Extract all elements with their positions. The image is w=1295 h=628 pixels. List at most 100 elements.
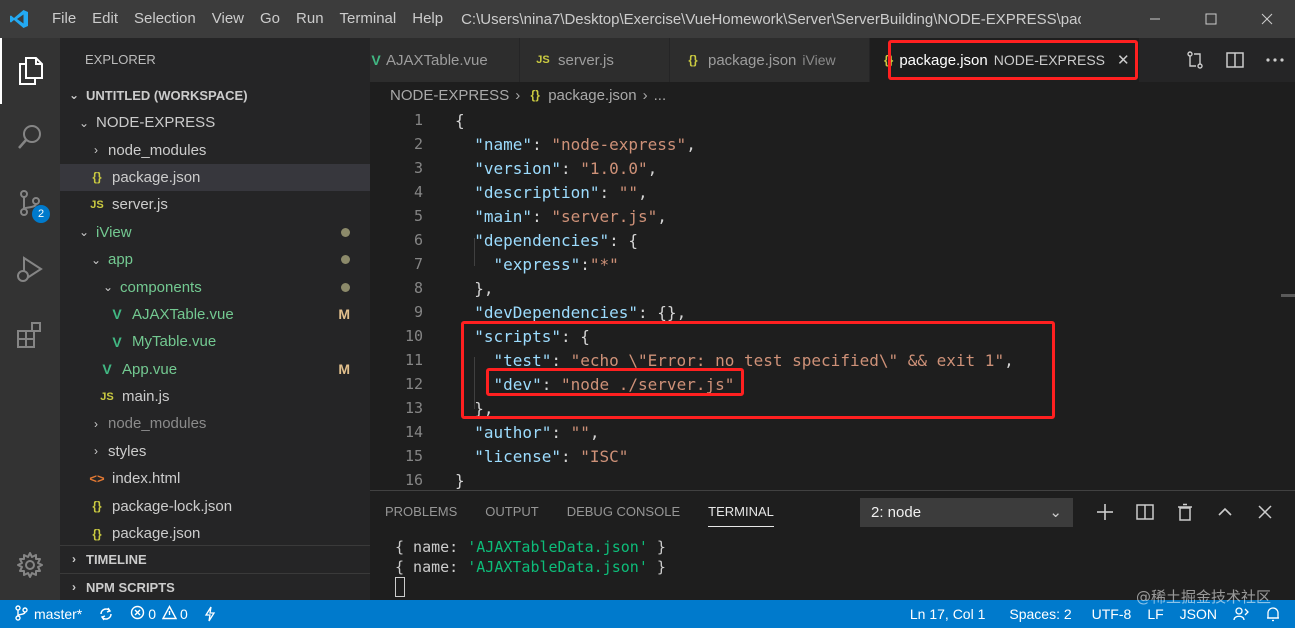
more-actions-icon[interactable] xyxy=(1255,38,1295,82)
branch-status[interactable]: master* xyxy=(0,600,90,628)
menu-view[interactable]: View xyxy=(204,0,252,38)
search-icon[interactable] xyxy=(0,104,60,170)
code-text: "name": "node-express", xyxy=(474,134,696,154)
breadcrumb-separator-icon: › xyxy=(642,86,648,104)
title-bar: File Edit Selection View Go Run Terminal… xyxy=(0,0,1295,38)
tree-item-label: package.json xyxy=(112,168,201,186)
maximize-button[interactable] xyxy=(1183,0,1239,38)
js-file-icon: JS xyxy=(100,390,114,403)
tab-terminal[interactable]: TERMINAL xyxy=(708,497,774,527)
code-text: "description": "", xyxy=(474,182,648,202)
tree-folder-node-express[interactable]: ⌄ NODE-EXPRESS xyxy=(60,109,370,136)
terminal-line: { name: 'AJAXTableData.json' } xyxy=(395,558,666,578)
terminal-line: { name: 'AJAXTableData.json' } xyxy=(395,538,666,558)
tree-item-label: app xyxy=(108,251,134,269)
tree-item-label: server.js xyxy=(112,196,168,214)
tree-file-app-vue[interactable]: V App.vue M xyxy=(60,356,370,383)
split-terminal-icon[interactable] xyxy=(1125,491,1165,533)
tab-ajaxtable-vue[interactable]: V AJAXTable.vue xyxy=(370,38,520,82)
terminal-line-value: 'AJAXTableData.json' xyxy=(467,558,648,576)
js-file-icon: JS xyxy=(536,54,550,66)
menu-run[interactable]: Run xyxy=(288,0,332,38)
tree-file-index-html[interactable]: <> index.html xyxy=(60,465,370,492)
tree-folder-components[interactable]: ⌄ components xyxy=(60,273,370,300)
new-terminal-icon[interactable] xyxy=(1085,491,1125,533)
js-file-icon: JS xyxy=(90,198,104,211)
npm-scripts-section-header[interactable]: › NPM SCRIPTS xyxy=(60,573,370,600)
json-file-icon: {} xyxy=(92,526,102,541)
chevron-right-icon: › xyxy=(94,416,98,431)
problems-status[interactable]: 0 0 xyxy=(122,600,196,628)
json-file-icon: {} xyxy=(530,88,540,102)
json-file-icon: {} xyxy=(92,170,102,185)
workspace-header[interactable]: ⌄ UNTITLED (WORKSPACE) xyxy=(60,82,370,109)
timeline-section-header[interactable]: › TIMELINE xyxy=(60,545,370,572)
sync-icon[interactable] xyxy=(90,600,122,628)
close-window-button[interactable] xyxy=(1239,0,1295,38)
explorer-sidebar: EXPLORER ⌄ UNTITLED (WORKSPACE) ⌄ NODE-E… xyxy=(60,38,370,600)
lightning-icon[interactable] xyxy=(196,600,224,628)
source-control-icon[interactable]: 2 xyxy=(0,170,60,236)
menu-terminal[interactable]: Terminal xyxy=(332,0,405,38)
tree-item-label: package-lock.json xyxy=(112,497,233,515)
tree-folder-app[interactable]: ⌄ app xyxy=(60,246,370,273)
tab-debug-console[interactable]: DEBUG CONSOLE xyxy=(567,491,680,533)
menu-file[interactable]: File xyxy=(38,0,84,38)
menu-edit[interactable]: Edit xyxy=(84,0,126,38)
encoding-status[interactable]: UTF-8 xyxy=(1084,600,1140,628)
breadcrumb-file[interactable]: package.json xyxy=(548,87,636,104)
tree-item-label: iView xyxy=(96,223,132,241)
breadcrumb-folder[interactable]: NODE-EXPRESS xyxy=(390,87,509,104)
tree-file-server-js[interactable]: JS server.js xyxy=(60,191,370,218)
line-number: 7 xyxy=(413,255,423,273)
npm-scripts-label: NPM SCRIPTS xyxy=(86,579,175,595)
tab-output[interactable]: OUTPUT xyxy=(485,491,538,533)
code-editor[interactable]: 1{ 2 "name": "node-express", 3 "version"… xyxy=(370,108,1295,490)
terminal-selector[interactable]: 2: node ⌄ xyxy=(860,498,1073,527)
tab-label: package.json xyxy=(708,51,797,69)
menu-help[interactable]: Help xyxy=(404,0,451,38)
menu-go[interactable]: Go xyxy=(252,0,288,38)
minimize-button[interactable] xyxy=(1127,0,1183,38)
line-number: 15 xyxy=(404,447,423,465)
tab-label: AJAXTable.vue xyxy=(386,51,488,69)
code-text: }, xyxy=(474,278,494,298)
tree-folder-node-modules-iview[interactable]: › node_modules xyxy=(60,410,370,437)
overview-ruler-mark xyxy=(1281,294,1295,297)
tree-folder-styles[interactable]: › styles xyxy=(60,438,370,465)
settings-gear-icon[interactable] xyxy=(0,540,60,590)
code-line: 2 "name": "node-express", xyxy=(370,132,1295,156)
code-text: "version": "1.0.0", xyxy=(474,158,658,178)
code-line: 14 "author": "", xyxy=(370,420,1295,444)
tab-package-json-iview[interactable]: {} package.json iView xyxy=(670,38,870,82)
tree-folder-iview[interactable]: ⌄ iView xyxy=(60,219,370,246)
chevron-up-icon[interactable] xyxy=(1205,491,1245,533)
tree-folder-node-modules[interactable]: › node_modules xyxy=(60,136,370,163)
json-file-icon: {} xyxy=(688,53,698,67)
tab-server-js[interactable]: JS server.js xyxy=(520,38,670,82)
tab-problems[interactable]: PROBLEMS xyxy=(385,491,457,533)
extensions-icon[interactable] xyxy=(0,302,60,368)
open-changes-icon[interactable] xyxy=(1175,38,1215,82)
tree-item-label: NODE-EXPRESS xyxy=(96,114,216,132)
timeline-label: TIMELINE xyxy=(86,551,147,567)
cursor-position[interactable]: Ln 17, Col 1 xyxy=(902,600,994,628)
tree-file-ajaxtable-vue[interactable]: V AJAXTable.vue M xyxy=(60,301,370,328)
trash-icon[interactable] xyxy=(1165,491,1205,533)
line-number: 5 xyxy=(413,207,423,225)
menu-selection[interactable]: Selection xyxy=(126,0,204,38)
code-text: "license": "ISC" xyxy=(474,446,629,466)
split-editor-icon[interactable] xyxy=(1215,38,1255,82)
close-panel-icon[interactable] xyxy=(1245,491,1285,533)
run-debug-icon[interactable] xyxy=(0,236,60,302)
line-number: 2 xyxy=(413,135,423,153)
code-line: 1{ xyxy=(370,108,1295,132)
tree-file-package-json[interactable]: {} package.json xyxy=(60,163,370,192)
explorer-icon[interactable] xyxy=(0,38,60,104)
tree-file-mytable-vue[interactable]: V MyTable.vue xyxy=(60,328,370,355)
tree-file-package-json-iview[interactable]: {} package.json xyxy=(60,520,370,547)
tree-file-package-lock-json[interactable]: {} package-lock.json xyxy=(60,492,370,519)
tree-file-main-js[interactable]: JS main.js xyxy=(60,383,370,410)
breadcrumb-rest[interactable]: ... xyxy=(654,87,667,104)
indentation-status[interactable]: Spaces: 2 xyxy=(1001,600,1079,628)
